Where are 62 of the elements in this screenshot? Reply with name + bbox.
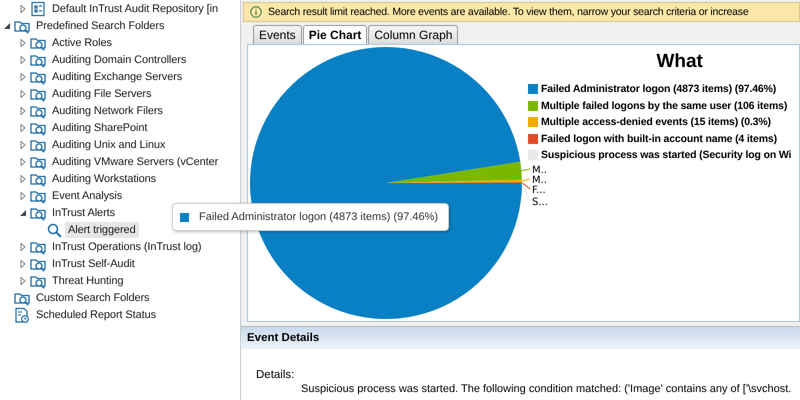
tree-item[interactable]: Auditing VMware Servers (vCenter (49, 154, 222, 170)
expand-arrow-icon[interactable] (18, 124, 28, 132)
slice-label: S... (532, 197, 548, 208)
tree-item[interactable]: Alert triggered (65, 222, 139, 238)
search-icon (46, 222, 62, 238)
slice-label: F... (532, 185, 546, 196)
tree-item[interactable]: Auditing Exchange Servers (49, 68, 186, 84)
legend-label: Failed logon with built-in account name (4 items) (541, 132, 777, 145)
tree-item[interactable]: Predefined Search Folders (33, 18, 168, 34)
tab[interactable]: Events (253, 25, 302, 44)
tree-item[interactable]: Default InTrust Audit Repository [in (49, 0, 221, 16)
panel-header: Event Details (241, 327, 800, 349)
tree-item[interactable]: Auditing Network Filers (49, 102, 166, 118)
expand-arrow-icon[interactable] (18, 72, 28, 80)
collapse-arrow-icon[interactable] (18, 208, 28, 216)
tree-item[interactable]: Custom Search Folders (33, 290, 152, 306)
tree-item[interactable]: Event Analysis (49, 188, 126, 204)
expand-arrow-icon[interactable] (18, 140, 28, 148)
tree-item[interactable]: Threat Hunting (49, 272, 126, 288)
legend-swatch (528, 117, 538, 128)
legend-swatch (528, 84, 538, 94)
tree-item[interactable]: Scheduled Report Status (33, 306, 160, 322)
tree-item[interactable]: Auditing SharePoint (49, 120, 150, 136)
details-text: Suspicious process was started. The following condition matched: ('Image' contains any of ['\svchost. (301, 383, 792, 395)
expand-arrow-icon[interactable] (18, 276, 28, 284)
tree-item[interactable]: Auditing Workstations (49, 170, 160, 186)
tooltip-text: Failed Administrator logon (4873 items) (97.46%) (199, 211, 438, 223)
slice-label: M... (532, 175, 548, 186)
database-icon (30, 0, 46, 16)
info-icon (250, 6, 262, 18)
expand-arrow-icon[interactable] (18, 192, 28, 200)
legend-label: Failed Administrator logon (4873 items) (97.46%) (541, 83, 776, 96)
expand-arrow-icon[interactable] (18, 158, 28, 166)
slice-label: M... (532, 165, 548, 176)
expand-arrow-icon[interactable] (18, 174, 28, 182)
tree-item[interactable]: InTrust Operations (InTrust log) (49, 238, 204, 254)
legend-swatch (528, 134, 538, 144)
legend-label: Multiple failed logons by the same user (106 items) (541, 100, 788, 112)
leader-line (520, 168, 530, 172)
report-icon (14, 306, 30, 322)
chart-title: What (655, 51, 704, 73)
tree-item[interactable]: InTrust Self-Audit (49, 256, 138, 272)
details-label: Details: (256, 369, 296, 381)
tree-item[interactable]: InTrust Alerts (49, 204, 118, 220)
tree-item[interactable]: Auditing Unix and Linux (49, 136, 168, 152)
tab[interactable]: Column Graph (368, 25, 458, 44)
legend-label: Multiple access-denied events (15 items) (0.3%) (541, 116, 771, 128)
info-message: Search result limit reached. More events are available. To view them, narrow your search criteria or increase (268, 6, 748, 18)
expand-arrow-icon[interactable] (18, 4, 28, 12)
tree-item[interactable]: Active Roles (49, 34, 115, 50)
expand-arrow-icon[interactable] (18, 90, 28, 98)
legend-label: Suspicious process was started (Security log on Wi (541, 149, 792, 162)
legend-swatch (528, 100, 538, 111)
expand-arrow-icon[interactable] (18, 38, 28, 46)
expand-arrow-icon[interactable] (18, 106, 28, 114)
collapse-arrow-icon[interactable] (2, 22, 12, 30)
expand-arrow-icon[interactable] (18, 260, 28, 268)
tree-item[interactable]: Auditing File Servers (49, 86, 154, 102)
tree-item[interactable]: Auditing Domain Controllers (49, 52, 190, 68)
tab[interactable]: Pie Chart (302, 25, 368, 44)
expand-arrow-icon[interactable] (18, 242, 28, 250)
expand-arrow-icon[interactable] (18, 56, 28, 64)
